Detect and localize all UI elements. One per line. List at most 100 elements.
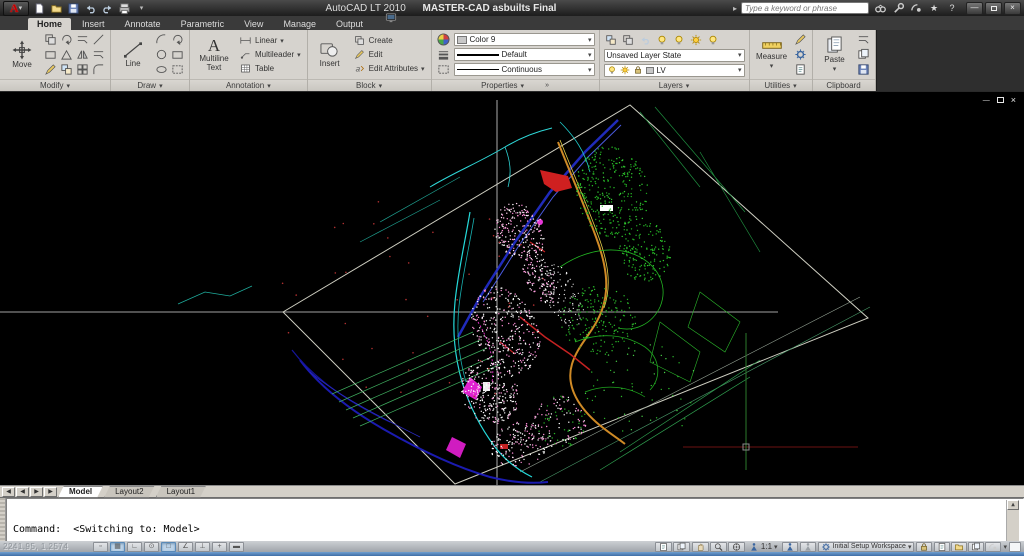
object-color-dropdown[interactable]: Color 9 ▾: [453, 33, 595, 46]
paste-button[interactable]: Paste ▾: [817, 35, 853, 74]
clipboard-panel-label[interactable]: Clipboard: [812, 79, 875, 91]
scale-button[interactable]: [59, 48, 74, 62]
edit-attributes-button[interactable]: Edit Attributes ▾: [351, 62, 427, 75]
layer-state-dropdown[interactable]: Unsaved Layer State ▾: [603, 48, 745, 62]
layer-lock-icon[interactable]: [633, 65, 643, 75]
tab-model[interactable]: Model: [58, 486, 103, 498]
layer-on-bulb-icon[interactable]: [607, 65, 617, 75]
clean-screen-button[interactable]: [1009, 541, 1021, 552]
ortho-toggle[interactable]: ∟: [127, 541, 142, 552]
tab-layout2[interactable]: Layout2: [104, 486, 154, 498]
subscription-center-icon[interactable]: [891, 2, 905, 15]
circle-button[interactable]: [154, 48, 169, 62]
layer-thaw-sun-icon[interactable]: [620, 65, 630, 75]
infocenter-collapse-icon[interactable]: ▸: [733, 4, 737, 13]
block-panel-label[interactable]: Block ▾: [307, 79, 431, 91]
linetype-dropdown[interactable]: Continuous ▾: [453, 63, 595, 76]
panel-overflow-icon[interactable]: »: [545, 82, 549, 89]
lwt-toggle[interactable]: ▬: [229, 541, 244, 552]
properties-panel-label[interactable]: Properties ▾ »: [431, 79, 599, 91]
block-create-button[interactable]: Create: [351, 34, 427, 47]
ducs-toggle[interactable]: ⊥: [195, 541, 210, 552]
osnap-toggle[interactable]: □: [161, 541, 176, 552]
utilities-panel-label[interactable]: Utilities ▾: [749, 79, 812, 91]
multileader-button[interactable]: Multileader ▾: [237, 48, 303, 61]
layer-dropdown[interactable]: LV ▾: [603, 63, 745, 77]
save-button[interactable]: [66, 2, 81, 15]
chamfer-button[interactable]: [91, 48, 106, 62]
move-button[interactable]: Move: [4, 39, 40, 70]
drawing-restore-button[interactable]: [996, 97, 1004, 103]
tab-parametric[interactable]: Parametric: [172, 18, 234, 30]
grid-toggle[interactable]: ▦: [110, 541, 125, 552]
layers-panel-label[interactable]: Layers ▾: [599, 79, 749, 91]
rectangle-button[interactable]: [170, 48, 185, 62]
help-icon[interactable]: ?: [945, 2, 959, 15]
search-icon[interactable]: [873, 2, 887, 15]
coordinate-readout[interactable]: 2241.95, 1.2574: [3, 542, 91, 551]
fillet-button[interactable]: [91, 63, 106, 77]
maximize-button[interactable]: [985, 1, 1002, 15]
mirror-button[interactable]: [75, 48, 90, 62]
insert-button[interactable]: Insert: [312, 39, 348, 69]
zoom-button[interactable]: [709, 541, 727, 552]
copy-clip-button[interactable]: [856, 48, 871, 62]
id-point-button[interactable]: [793, 63, 808, 77]
drawing-canvas[interactable]: — ×: [0, 92, 1024, 485]
steering-wheel-button[interactable]: [727, 541, 745, 552]
next-tab-button[interactable]: ▶: [30, 486, 43, 497]
layer-properties-button[interactable]: [604, 33, 619, 47]
minimize-button[interactable]: —: [966, 1, 983, 15]
layer-match-button[interactable]: [621, 33, 636, 47]
layer-unisolate-button[interactable]: [672, 33, 687, 47]
favorites-star-icon[interactable]: ★: [927, 2, 941, 15]
erase-button[interactable]: [43, 63, 58, 77]
tab-manage[interactable]: Manage: [274, 18, 325, 30]
communication-center-icon[interactable]: [909, 2, 923, 15]
tab-home[interactable]: Home: [28, 18, 72, 30]
last-tab-button[interactable]: ▶: [44, 486, 57, 497]
table-button[interactable]: Table: [237, 62, 303, 75]
annotation-visibility-button[interactable]: [781, 541, 798, 552]
tab-output[interactable]: Output: [327, 18, 372, 30]
layer-isolate-button[interactable]: [655, 33, 670, 47]
modify-panel-label[interactable]: Modify ▾: [0, 79, 110, 91]
application-menu-button[interactable]: A ▾: [3, 0, 29, 16]
line-button[interactable]: Line: [115, 40, 151, 69]
rotate-button[interactable]: [59, 33, 74, 47]
close-button[interactable]: ×: [1004, 1, 1021, 15]
quick-view-drawings-button[interactable]: [654, 541, 672, 552]
cut-button[interactable]: [856, 33, 871, 47]
multiline-text-button[interactable]: A Multiline Text: [194, 36, 234, 73]
layer-off-button[interactable]: [706, 33, 721, 47]
arc-button[interactable]: [154, 33, 169, 47]
linear-dimension-button[interactable]: Linear ▾: [237, 34, 303, 47]
quick-calc-button[interactable]: [793, 48, 808, 62]
open-button[interactable]: [49, 2, 64, 15]
drawing-minimize-button[interactable]: —: [983, 97, 990, 104]
new-button[interactable]: [32, 2, 47, 15]
polar-toggle[interactable]: ⊙: [144, 541, 159, 552]
ellipse-button[interactable]: [154, 63, 169, 77]
display-monitor-icon[interactable]: [384, 11, 398, 29]
tab-annotate[interactable]: Annotate: [116, 18, 170, 30]
dyn-toggle[interactable]: +: [212, 541, 227, 552]
stretch-button[interactable]: [43, 48, 58, 62]
copy-base-button[interactable]: [856, 63, 871, 77]
drawing-close-button[interactable]: ×: [1011, 95, 1016, 105]
quick-view-layouts-button[interactable]: [672, 541, 690, 552]
toolbar-lock-button[interactable]: [916, 541, 933, 552]
hatch-button[interactable]: [170, 63, 185, 77]
otrack-toggle[interactable]: ∠: [178, 541, 193, 552]
block-edit-button[interactable]: Edit: [351, 48, 427, 61]
status-tray-icon-4[interactable]: [985, 541, 1002, 552]
tab-layout1[interactable]: Layout1: [156, 486, 206, 498]
lineweight-dropdown[interactable]: Default ▾: [453, 48, 595, 61]
annotation-panel-label[interactable]: Annotation ▾: [190, 79, 307, 91]
quick-select-button[interactable]: [793, 33, 808, 47]
layer-prev-button[interactable]: [638, 33, 653, 47]
annotation-scale-button[interactable]: 1:1 ▾: [747, 542, 780, 552]
trim-button[interactable]: [75, 33, 90, 47]
search-input[interactable]: [741, 2, 869, 14]
prev-tab-button[interactable]: ◀: [16, 486, 29, 497]
